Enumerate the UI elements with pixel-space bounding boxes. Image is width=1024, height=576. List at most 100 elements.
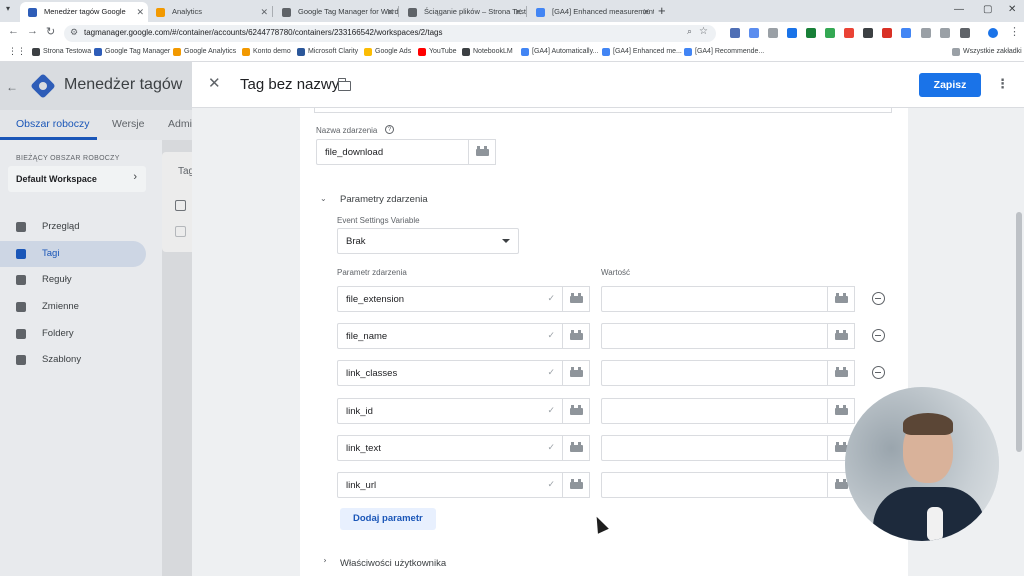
- param-name-field[interactable]: link_url ✓: [337, 472, 590, 498]
- extension-icon[interactable]: [730, 28, 740, 38]
- row-checkbox[interactable]: [175, 226, 186, 237]
- param-name-field[interactable]: file_name ✓: [337, 323, 590, 349]
- param-value-field[interactable]: [601, 323, 855, 349]
- browser-menu-icon[interactable]: ⋮: [1009, 25, 1020, 38]
- tab-search-icon[interactable]: ▾: [6, 4, 10, 13]
- tab-admin[interactable]: Admi: [168, 118, 192, 130]
- variable-picker-button[interactable]: [562, 398, 590, 424]
- extension-icon[interactable]: [787, 28, 797, 38]
- address-bar[interactable]: ⚙ tagmanager.google.com/#/container/acco…: [64, 25, 716, 42]
- back-arrow-icon[interactable]: ←: [6, 80, 18, 94]
- variable-picker-button[interactable]: [562, 435, 590, 461]
- back-icon[interactable]: ←: [8, 25, 19, 37]
- extension-icon[interactable]: [940, 28, 950, 38]
- expand-caret-icon[interactable]: ⌄: [319, 557, 328, 564]
- extension-icon[interactable]: [844, 28, 854, 38]
- workspace-selector[interactable]: Default Workspace ›: [8, 166, 146, 192]
- more-options-icon[interactable]: ⋮: [996, 76, 1009, 92]
- param-name-field[interactable]: link_id ✓: [337, 398, 590, 424]
- browser-tab[interactable]: Google Tag Manager for WordPress✕: [274, 2, 398, 22]
- param-value-field[interactable]: [601, 286, 855, 312]
- event-settings-select[interactable]: Brak: [337, 228, 519, 254]
- extension-icon[interactable]: [825, 28, 835, 38]
- close-icon[interactable]: ✕: [208, 74, 221, 92]
- tab-workspace[interactable]: Obszar roboczy: [16, 118, 90, 130]
- browser-tab[interactable]: Ściąganie plików – Strona Testowa✕: [400, 2, 526, 22]
- bookmark-item[interactable]: Google Ads: [364, 48, 411, 56]
- select-all-checkbox[interactable]: [175, 200, 186, 211]
- sidebar-item[interactable]: Szablony: [0, 347, 146, 373]
- param-name-field[interactable]: link_text ✓: [337, 435, 590, 461]
- collapse-caret-icon[interactable]: ⌄: [320, 194, 327, 203]
- reload-icon[interactable]: ↻: [46, 25, 55, 38]
- extension-icon[interactable]: [882, 28, 892, 38]
- bookmark-item[interactable]: [GA4] Enhanced me...: [602, 48, 682, 56]
- bookmark-item[interactable]: Google Tag Manager: [94, 48, 170, 56]
- bookmark-item[interactable]: Google Analytics: [173, 48, 236, 56]
- variable-picker-button[interactable]: [562, 323, 590, 349]
- bookmark-item[interactable]: Strona Testowa: [32, 48, 91, 56]
- folder-icon[interactable]: [337, 78, 351, 91]
- event-name-field[interactable]: file_download: [316, 139, 496, 165]
- extension-icon[interactable]: [768, 28, 778, 38]
- bookmark-star-icon[interactable]: ☆: [699, 26, 708, 37]
- event-params-section-title[interactable]: Parametry zdarzenia: [340, 194, 428, 205]
- scrollbar-thumb[interactable]: [1016, 212, 1022, 452]
- param-value-field[interactable]: [601, 398, 855, 424]
- remove-row-icon[interactable]: [872, 329, 885, 342]
- save-button[interactable]: Zapisz: [919, 73, 981, 97]
- restore-icon[interactable]: ▢: [983, 4, 992, 15]
- zoom-icon[interactable]: ⌕: [687, 26, 692, 37]
- variable-picker-button[interactable]: [562, 286, 590, 312]
- variable-picker-button[interactable]: [468, 139, 496, 165]
- sidebar-item[interactable]: Zmienne: [0, 294, 146, 320]
- variable-picker-button[interactable]: [827, 360, 855, 386]
- variable-picker-button[interactable]: [827, 323, 855, 349]
- param-name-field[interactable]: link_classes ✓: [337, 360, 590, 386]
- forward-icon[interactable]: →: [27, 25, 38, 37]
- param-name-field[interactable]: file_extension ✓: [337, 286, 590, 312]
- minimize-icon[interactable]: —: [954, 4, 964, 15]
- param-value-field[interactable]: [601, 472, 855, 498]
- bookmark-item[interactable]: YouTube: [418, 48, 457, 56]
- add-parameter-button[interactable]: Dodaj parametr: [340, 508, 436, 530]
- sidebar-item[interactable]: Reguły: [0, 267, 146, 293]
- site-info-icon[interactable]: ⚙: [70, 27, 78, 38]
- browser-tab[interactable]: [GA4] Enhanced measurement ✕: [528, 2, 654, 22]
- sidebar-item[interactable]: Foldery: [0, 321, 146, 347]
- tab-close-icon[interactable]: ✕: [136, 2, 144, 22]
- extension-icon[interactable]: [921, 28, 931, 38]
- bookmark-item[interactable]: Microsoft Clarity: [297, 48, 358, 56]
- remove-row-icon[interactable]: [872, 292, 885, 305]
- tab-close-icon[interactable]: ✕: [260, 2, 268, 22]
- extension-icon[interactable]: [806, 28, 816, 38]
- help-icon[interactable]: ?: [385, 125, 394, 134]
- extension-icon[interactable]: [749, 28, 759, 38]
- sidebar-item[interactable]: Przegląd: [0, 214, 146, 240]
- tab-close-icon[interactable]: ✕: [514, 2, 522, 22]
- tag-name-title[interactable]: Tag bez nazwy: [240, 76, 339, 93]
- remove-row-icon[interactable]: [872, 366, 885, 379]
- extension-icon[interactable]: [863, 28, 873, 38]
- bookmark-item[interactable]: NotebookLM: [462, 48, 513, 56]
- tab-close-icon[interactable]: ✕: [642, 2, 650, 22]
- tab-versions[interactable]: Wersje: [112, 118, 144, 130]
- bookmark-item[interactable]: [GA4] Automatically...: [521, 48, 598, 56]
- extension-icon[interactable]: [901, 28, 911, 38]
- bookmark-item[interactable]: Konto demo: [242, 48, 291, 56]
- extensions-puzzle-icon[interactable]: [960, 28, 970, 38]
- new-tab-button[interactable]: +: [658, 3, 666, 18]
- all-bookmarks-link[interactable]: Wszystkie zakładki: [952, 48, 1022, 56]
- profile-avatar-icon[interactable]: [988, 28, 998, 38]
- variable-picker-button[interactable]: [562, 472, 590, 498]
- browser-tab[interactable]: Menedżer tagów Google ✕: [20, 2, 148, 22]
- param-value-field[interactable]: [601, 360, 855, 386]
- tab-close-icon[interactable]: ✕: [386, 2, 394, 22]
- close-window-icon[interactable]: ✕: [1008, 4, 1016, 15]
- variable-picker-button[interactable]: [827, 286, 855, 312]
- apps-grid-icon[interactable]: ⋮⋮: [8, 46, 26, 57]
- browser-tab[interactable]: Analytics ✕: [148, 2, 272, 22]
- param-value-field[interactable]: [601, 435, 855, 461]
- address-url[interactable]: tagmanager.google.com/#/container/accoun…: [84, 28, 442, 37]
- bookmark-item[interactable]: [GA4] Recommende...: [684, 48, 764, 56]
